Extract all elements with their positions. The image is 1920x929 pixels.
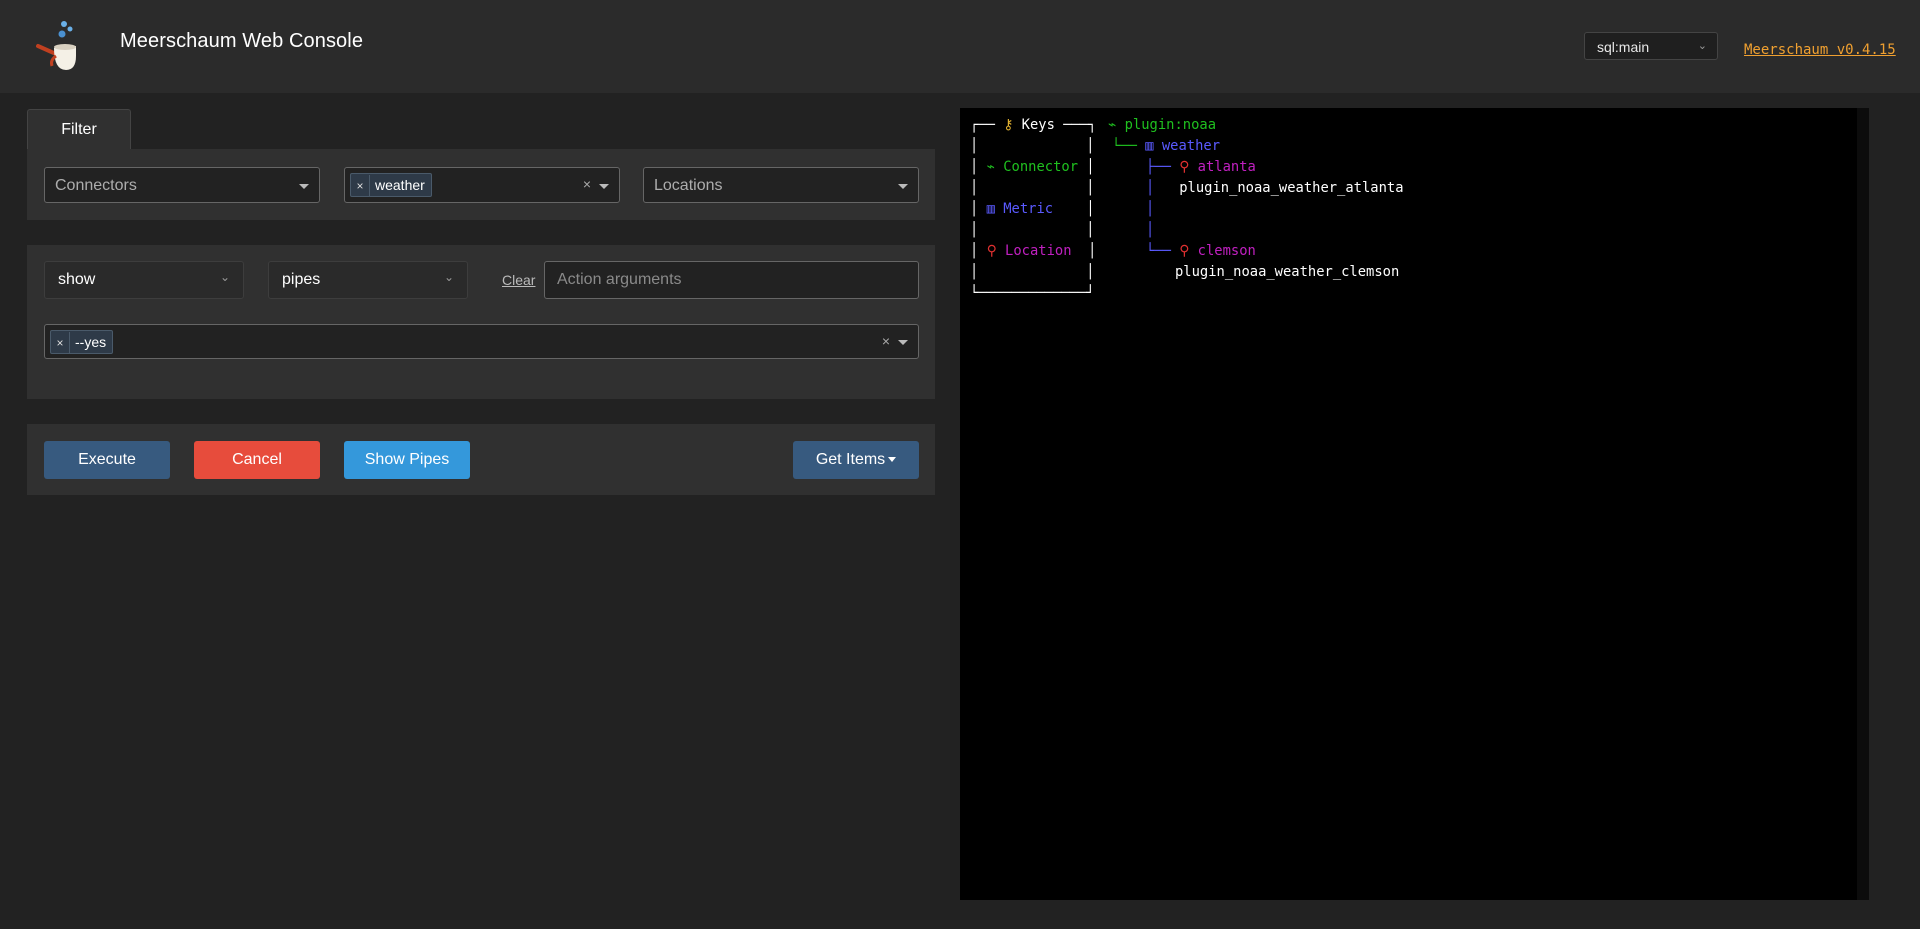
locations-dropdown[interactable]: Locations	[643, 167, 919, 203]
legend-metric: Metric	[1003, 201, 1054, 217]
tab-filter[interactable]: Filter	[27, 109, 131, 149]
connectors-placeholder: Connectors	[55, 177, 137, 194]
pin-icon: ⚲	[986, 243, 997, 259]
tree-pipe-1: │ plugin_noaa_weather_atlanta	[1146, 180, 1404, 196]
pipe-name-1: plugin_noaa_weather_atlanta	[1179, 180, 1404, 196]
pin-icon: ⚲	[1179, 159, 1190, 175]
subaction-value: pipes	[282, 271, 321, 288]
tree-pipe-2: plugin_noaa_weather_clemson	[1175, 262, 1399, 283]
action-value: show	[58, 271, 96, 288]
remove-chip-icon[interactable]: ×	[351, 175, 370, 197]
metrics-dropdown[interactable]: × weather ×	[344, 167, 620, 203]
chevron-down-icon: ⌄	[443, 270, 454, 284]
caret-down-icon	[299, 184, 309, 189]
pin-icon: ⚲	[1179, 243, 1190, 259]
bar-chart-icon: ▥	[1145, 138, 1154, 154]
connector-key: plugin:noaa	[1124, 117, 1216, 133]
legend-box-side: │ │	[970, 180, 1095, 196]
legend-connector: Connector	[1003, 159, 1079, 175]
action-dropdown[interactable]: show ⌄	[44, 261, 244, 299]
caret-down-icon	[888, 457, 897, 463]
metric-chip: × weather	[350, 173, 432, 197]
tree-location-1: ├── ⚲ atlanta	[1146, 159, 1256, 175]
plug-icon: ⌁	[1108, 117, 1117, 133]
legend-row-metric: │ ▥ Metric │	[970, 201, 1095, 217]
location-key-1: atlanta	[1197, 159, 1256, 175]
location-key-2: clemson	[1197, 243, 1256, 259]
legend-title: Keys	[1021, 117, 1055, 133]
chevron-down-icon: ⌄	[1697, 40, 1707, 52]
plug-icon: ⌁	[986, 159, 995, 175]
meerschaum-logo	[30, 18, 82, 74]
cancel-button[interactable]: Cancel	[194, 441, 320, 479]
tree-metric: └── ▥ weather	[1112, 138, 1221, 154]
tree-spacer: │	[1146, 201, 1155, 217]
clear-link[interactable]: Clear	[502, 272, 535, 288]
clear-icon[interactable]: ×	[583, 176, 591, 192]
action-arguments-field[interactable]	[545, 262, 918, 298]
get-items-button[interactable]: Get Items	[793, 441, 919, 479]
app-title: Meerschaum Web Console	[120, 30, 364, 52]
show-pipes-button[interactable]: Show Pipes	[344, 441, 470, 479]
tree-location-2: └── ⚲ clemson	[1146, 243, 1256, 259]
legend-row-connector: │ ⌁ Connector │	[970, 159, 1095, 175]
get-items-label: Get Items	[815, 451, 886, 468]
flags-dropdown[interactable]: × --yes ×	[44, 324, 919, 359]
terminal-scrollbar[interactable]	[1857, 108, 1869, 900]
chevron-down-icon: ⌄	[219, 270, 230, 284]
clear-icon[interactable]: ×	[882, 333, 890, 349]
flag-chip-label: --yes	[75, 334, 107, 350]
metric-key: weather	[1161, 138, 1221, 154]
subaction-dropdown[interactable]: pipes ⌄	[268, 261, 468, 299]
caret-down-icon	[599, 184, 609, 189]
execute-button[interactable]: Execute	[44, 441, 170, 479]
remove-chip-icon[interactable]: ×	[51, 332, 70, 354]
locations-placeholder: Locations	[654, 177, 723, 194]
metric-chip-label: weather	[375, 177, 425, 193]
legend-box-bottom: └─────────────┘	[970, 285, 1095, 301]
instance-value: sql:main	[1597, 39, 1650, 55]
header: Meerschaum Web Console sql:main ⌄ Meersc…	[0, 0, 1920, 93]
tree-connector: ⌁ plugin:noaa	[1108, 115, 1216, 136]
action-arguments-input[interactable]	[544, 261, 919, 299]
tree-spacer: │	[1146, 222, 1155, 238]
legend-row-location: │ ⚲ Location │	[970, 243, 1097, 259]
legend-box-side: │ │	[970, 138, 1095, 154]
instance-select[interactable]: sql:main ⌄	[1584, 32, 1718, 60]
legend-box-top: ┌── ⚷ Keys ───┐	[970, 117, 1097, 133]
version-link[interactable]: Meerschaum v0.4.15	[1744, 42, 1896, 58]
pipe-name-2: plugin_noaa_weather_clemson	[1175, 264, 1400, 280]
flag-chip: × --yes	[50, 330, 114, 354]
bar-chart-icon: ▥	[986, 201, 995, 217]
key-icon: ⚷	[1003, 117, 1014, 133]
caret-down-icon	[898, 184, 908, 189]
terminal-output[interactable]: ┌── ⚷ Keys ───┐ │ │ │ ⌁ Connector │ │ │ …	[960, 108, 1869, 900]
legend-location: Location	[1005, 243, 1072, 259]
legend-box-side: │ │	[970, 264, 1095, 280]
connectors-dropdown[interactable]: Connectors	[44, 167, 320, 203]
legend-box-side: │ │	[970, 222, 1095, 238]
caret-down-icon	[898, 340, 908, 345]
